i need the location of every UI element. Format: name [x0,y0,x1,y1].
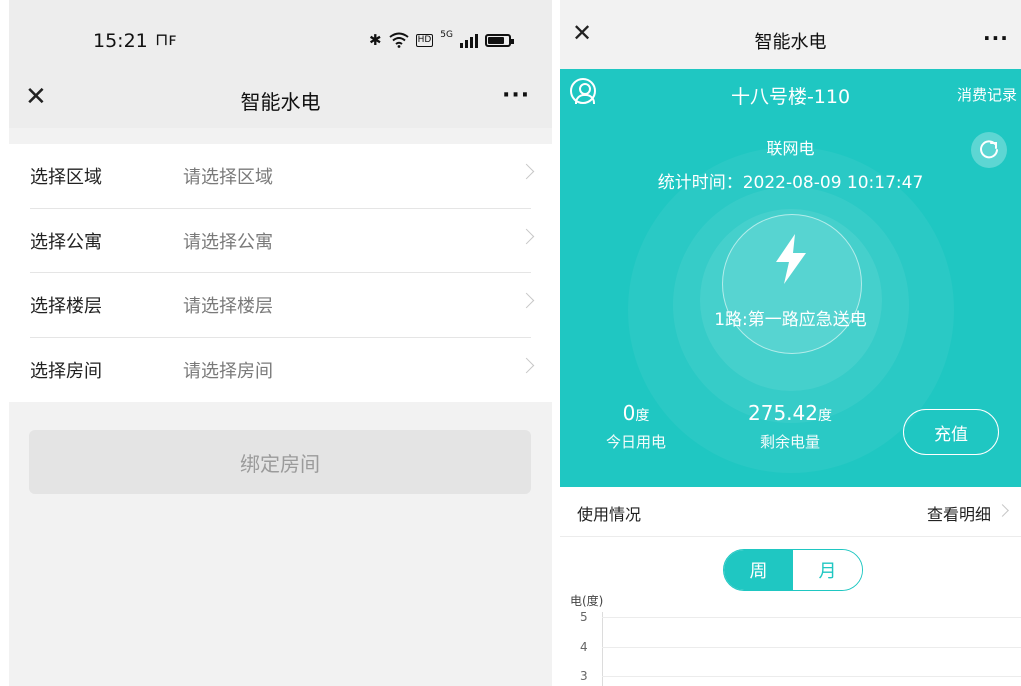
room-name: 十八号楼-110 [730,86,851,108]
y-tick: 4 [580,640,588,654]
hd-icon: HD [415,33,434,47]
y-tick: 3 [580,669,588,683]
select-apartment-row[interactable]: 选择公寓 请选择公寓 [9,209,552,274]
row-placeholder: 请选择区域 [183,167,273,189]
remaining-power-label: 剩余电量 [759,433,820,451]
row-label: 选择公寓 [30,231,102,253]
bind-room-button[interactable]: 绑定房间 [29,430,531,494]
usage-header: 使用情况 查看明细 [560,487,1021,537]
row-label: 选择房间 [30,360,102,382]
today-usage-label: 今日用电 [605,433,666,451]
meter-summary-panel: 十八号楼-110 消费记录 联网电 统计时间：2022-08-09 10:17:… [560,69,1021,487]
refresh-icon [980,140,998,159]
left-phone-screen: 15:21 ⊓ꜰ ✱ HD 5G ✕ 智能水电 ··· 选择区域 请选择区域 选… [9,0,552,686]
select-room-row[interactable]: 选择房间 请选择房间 [9,338,552,403]
meter-type: 联网电 [766,139,815,158]
battery-icon [484,33,514,47]
tab-week[interactable]: 周 [724,550,793,590]
lightning-icon [776,234,806,284]
chart-y-axis [602,612,603,686]
signal-5g-label: 5G [440,30,453,40]
status-icons: ✱ HD 5G [369,30,514,49]
row-placeholder: 请选择楼层 [183,296,273,318]
y-tick: 5 [580,610,588,624]
status-bar: 15:21 ⊓ꜰ ✱ HD 5G [9,0,552,72]
consumption-records-link[interactable]: 消费记录 [957,84,1017,105]
usage-title: 使用情况 [577,505,642,524]
today-usage-unit: 度 [635,408,650,424]
chevron-right-icon [518,357,535,373]
page-title: 智能水电 [754,32,827,53]
today-usage-value: 0 [622,401,636,425]
bluetooth-icon: ✱ [369,31,382,49]
carrier-icon: ⊓ꜰ [155,30,177,50]
remaining-power-unit: 度 [817,408,832,424]
today-usage: 0度 今日用电 [600,401,672,452]
right-phone-screen: ✕ 智能水电 ··· 十八号楼-110 消费记录 联网电 统计时间：2022-0… [560,0,1021,686]
grid-line [602,676,1021,677]
nav-bar: ✕ 智能水电 ··· [9,72,552,128]
remaining-power: 275.42度 剩余电量 [735,401,845,452]
circuit-status: 1路:第一路应急送电 [714,310,867,330]
row-placeholder: 请选择房间 [183,360,273,382]
row-label: 选择区域 [30,167,102,189]
room-select-list: 选择区域 请选择区域 选择公寓 请选择公寓 选择楼层 请选择楼层 选择房间 请选… [9,144,552,402]
status-time: 15:21 [93,30,148,52]
select-area-row[interactable]: 选择区域 请选择区域 [9,144,552,209]
row-label: 选择楼层 [30,296,102,318]
wifi-icon [388,32,409,48]
stat-time: 统计时间：2022-08-09 10:17:47 [657,173,924,193]
grid-line [602,617,1021,618]
view-details-link[interactable]: 查看明细 [927,501,991,525]
row-placeholder: 请选择公寓 [183,231,273,253]
recharge-button[interactable]: 充值 [903,409,999,455]
select-floor-row[interactable]: 选择楼层 请选择楼层 [9,273,552,338]
refresh-button[interactable] [971,132,1007,168]
page-title: 智能水电 [240,90,321,114]
chevron-right-icon [518,163,535,180]
period-toggle: 周 月 [723,549,863,591]
chevron-right-icon [518,228,535,244]
chevron-right-icon [518,292,535,309]
more-icon[interactable]: ··· [983,26,1009,50]
more-icon[interactable]: ··· [502,83,530,108]
tab-month[interactable]: 月 [793,550,862,590]
remaining-power-value: 275.42 [748,401,818,425]
nav-bar: ✕ 智能水电 ··· [560,0,1021,69]
chart-y-label: 电(度) [570,594,604,608]
signal-icon [459,33,478,48]
grid-line [602,647,1021,648]
chevron-right-icon [996,504,1009,517]
